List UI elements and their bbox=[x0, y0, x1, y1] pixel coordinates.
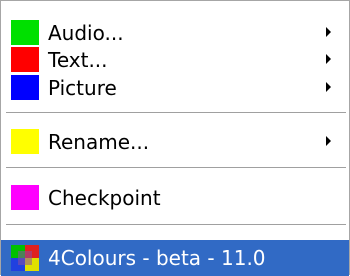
menu-item-label: Rename... bbox=[48, 130, 150, 154]
menu-item-label: Audio... bbox=[48, 21, 124, 45]
app-info-label: 4Colours - beta - 11.0 bbox=[48, 246, 266, 270]
menu-item-rename[interactable]: Rename... bbox=[1, 128, 349, 156]
blue-color-swatch-icon bbox=[11, 75, 39, 100]
context-menu: Audio... Text... Picture Rename... Check… bbox=[0, 0, 350, 276]
menu-item-app-info[interactable]: 4Colours - beta - 11.0 bbox=[1, 240, 349, 276]
magenta-color-swatch-icon bbox=[11, 185, 39, 210]
green-color-swatch-icon bbox=[11, 20, 39, 45]
menu-item-checkpoint[interactable]: Checkpoint bbox=[1, 184, 349, 212]
menu-item-label: Picture bbox=[48, 76, 117, 100]
submenu-arrow-icon bbox=[326, 136, 331, 146]
menu-separator bbox=[6, 167, 346, 169]
menu-item-label: Checkpoint bbox=[48, 186, 161, 210]
red-color-swatch-icon bbox=[11, 47, 39, 72]
submenu-arrow-icon bbox=[326, 82, 331, 92]
yellow-color-swatch-icon bbox=[11, 129, 39, 154]
menu-item-text[interactable]: Text... bbox=[1, 46, 349, 74]
submenu-arrow-icon bbox=[326, 54, 331, 64]
four-colours-app-icon bbox=[11, 245, 39, 271]
menu-item-label: Text... bbox=[48, 48, 108, 72]
menu-item-picture[interactable]: Picture bbox=[1, 74, 349, 102]
menu-separator bbox=[6, 112, 346, 114]
menu-item-audio[interactable]: Audio... bbox=[1, 19, 349, 47]
menu-separator bbox=[6, 224, 346, 226]
submenu-arrow-icon bbox=[326, 27, 331, 37]
